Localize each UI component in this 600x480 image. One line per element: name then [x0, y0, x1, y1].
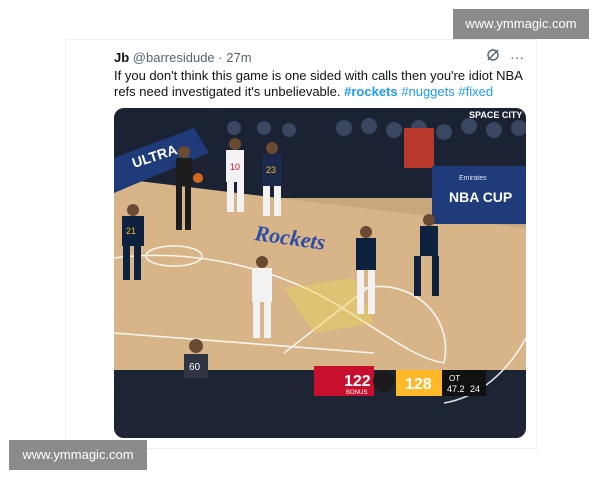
- author-handle[interactable]: @barresidude: [133, 50, 215, 65]
- grok-icon[interactable]: [486, 48, 500, 65]
- separator-dot: ·: [218, 50, 223, 65]
- cup-name: NBA CUP: [449, 189, 512, 205]
- tweet-header: Jb @barresidude · 27m: [114, 50, 252, 65]
- home-score: 122: [344, 373, 371, 390]
- jersey-number-10: 10: [230, 162, 240, 172]
- jersey-number-21: 21: [126, 226, 136, 236]
- away-score: 128: [405, 376, 432, 393]
- header-actions: ···: [486, 48, 524, 65]
- jersey-number-23: 23: [266, 165, 276, 175]
- hashtag-fixed[interactable]: #fixed: [458, 84, 493, 99]
- more-icon[interactable]: ···: [510, 49, 524, 65]
- scoreboard: 122 BONUS 128 OT 47.2 24: [314, 366, 486, 396]
- nuggets-logo-icon: [373, 370, 395, 392]
- cooler: [404, 128, 434, 168]
- game-clock: 47.2: [447, 384, 465, 394]
- basketball-court-scene: ULTRA Emirates NBA CUP SPACE CITY Rocket…: [114, 108, 526, 438]
- referee-number: 60: [189, 362, 201, 373]
- period-label: OT: [449, 374, 460, 383]
- cup-brand: Emirates: [459, 175, 487, 182]
- tweet-media-image[interactable]: ULTRA Emirates NBA CUP SPACE CITY Rocket…: [114, 108, 526, 438]
- watermark-bottom: www.ymmagic.com: [9, 440, 147, 470]
- author-name[interactable]: Jb: [114, 50, 129, 65]
- basketball: [193, 173, 203, 183]
- watermark-top: www.ymmagic.com: [453, 9, 589, 39]
- tweet-text: If you don't think this game is one side…: [114, 68, 524, 100]
- hashtag-rockets[interactable]: #rockets: [344, 84, 397, 99]
- space-city-text: SPACE CITY: [469, 110, 522, 120]
- tweet-time[interactable]: 27m: [226, 50, 251, 65]
- bonus-label: BONUS: [346, 390, 367, 396]
- tweet-card: Jb @barresidude · 27m ··· If you don't t…: [66, 40, 536, 448]
- hashtag-nuggets[interactable]: #nuggets: [401, 84, 455, 99]
- shot-clock: 24: [470, 384, 480, 394]
